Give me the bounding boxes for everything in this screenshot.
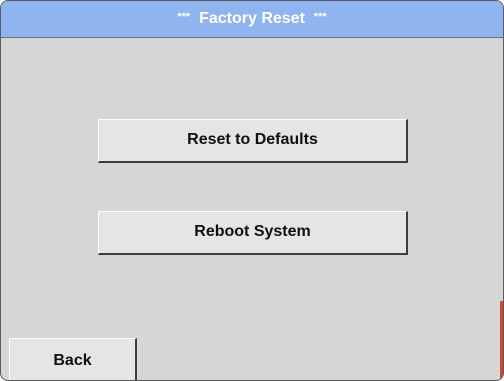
title-bar: *** Factory Reset *** (1, 1, 503, 38)
reboot-system-label: Reboot System (194, 223, 311, 240)
page-title: Factory Reset (199, 10, 305, 27)
reboot-system-button[interactable]: Reboot System (98, 211, 408, 255)
title-stars-right: *** (313, 11, 327, 23)
reset-to-defaults-button[interactable]: Reset to Defaults (98, 119, 408, 163)
back-button[interactable]: Back (9, 338, 137, 380)
factory-reset-screen: *** Factory Reset *** Reset to Defaults … (0, 0, 504, 381)
title-stars-left: *** (177, 11, 191, 23)
reset-to-defaults-label: Reset to Defaults (187, 131, 318, 148)
back-label: Back (53, 352, 92, 369)
edge-accent (500, 301, 503, 380)
